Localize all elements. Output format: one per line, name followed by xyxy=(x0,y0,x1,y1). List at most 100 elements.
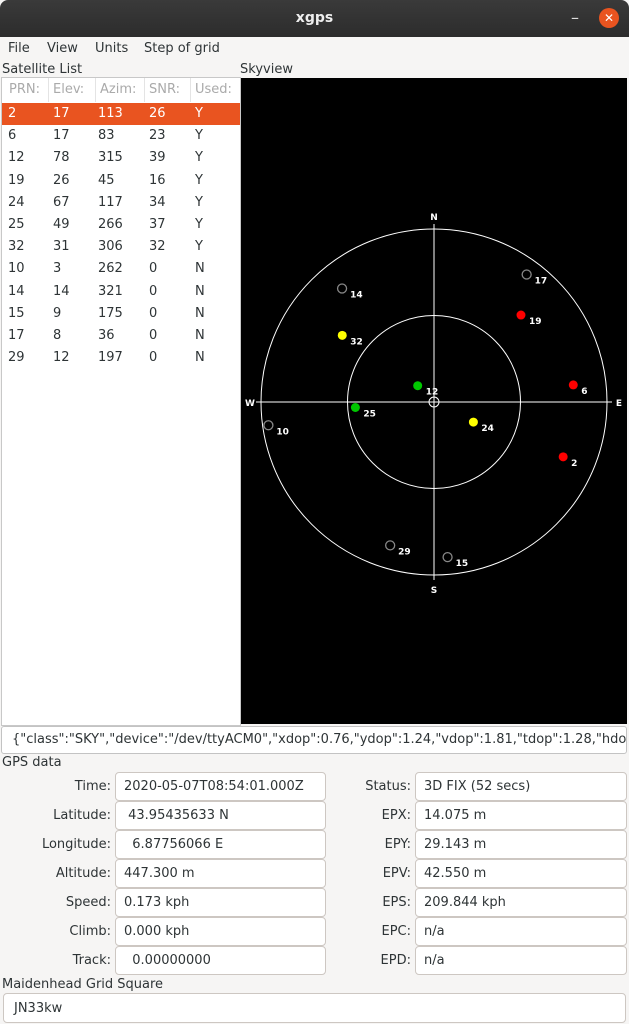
status-value: 3D FIX (52 secs) xyxy=(424,779,531,794)
col-header-elev[interactable]: Elev: xyxy=(53,82,84,97)
table-row[interactable]: 12 78 315 39 Y xyxy=(2,147,240,169)
satellite-label: 19 xyxy=(529,317,542,327)
table-row[interactable]: 2 17 113 26 Y xyxy=(2,103,240,125)
table-row[interactable]: 15 9 175 0 N xyxy=(2,303,240,325)
cell-azim: 315 xyxy=(98,150,123,166)
satellite-marker xyxy=(558,452,568,462)
table-row[interactable]: 6 17 83 23 Y xyxy=(2,125,240,147)
raw-json-text: {"class":"SKY","device":"/dev/ttyACM0","… xyxy=(12,732,627,747)
cell-elev: 3 xyxy=(53,261,62,277)
cell-snr: 23 xyxy=(149,128,166,144)
cell-prn: 15 xyxy=(8,305,25,321)
table-row[interactable]: 19 26 45 16 Y xyxy=(2,170,240,192)
table-row[interactable]: 10 3 262 0 N xyxy=(2,258,240,280)
table-row[interactable]: 32 31 306 32 Y xyxy=(2,236,240,258)
cell-prn: 24 xyxy=(8,194,25,210)
cell-prn: 14 xyxy=(8,283,25,299)
cell-azim: 321 xyxy=(98,283,123,299)
cell-snr: 26 xyxy=(149,106,166,121)
col-header-prn[interactable]: PRN: xyxy=(9,82,40,97)
menu-view[interactable]: View xyxy=(47,41,78,56)
cell-snr: 34 xyxy=(149,194,166,210)
cell-azim: 36 xyxy=(98,328,115,343)
col-header-azim[interactable]: Azim: xyxy=(100,82,136,97)
eps-value: 209.844 kph xyxy=(424,895,506,910)
satellite-label: 6 xyxy=(581,387,587,397)
satellite-marker xyxy=(568,380,578,390)
epx-field[interactable]: 14.075 m xyxy=(415,801,627,830)
cell-azim: 113 xyxy=(98,106,123,121)
cell-used: Y xyxy=(195,239,203,255)
epc-field[interactable]: n/a xyxy=(415,917,627,946)
satellite-marker xyxy=(521,269,532,280)
cell-elev: 49 xyxy=(53,217,70,232)
col-header-snr[interactable]: SNR: xyxy=(149,82,180,97)
skyview-canvas: N E S W 2 6 12 19 24 25 32 10 14 15 17 29 xyxy=(241,78,627,724)
satellite-label: 25 xyxy=(363,409,376,419)
satellite-label: 17 xyxy=(535,276,548,286)
cell-snr: 16 xyxy=(149,172,166,188)
window-title: xgps xyxy=(295,10,334,26)
epy-field[interactable]: 29.143 m xyxy=(415,830,627,859)
satellite-list[interactable]: PRN: Elev: Azim: SNR: Used: 2 17 113 26 Y 6 17… xyxy=(1,77,241,726)
epv-field[interactable]: 42.550 m xyxy=(415,859,627,888)
table-row[interactable]: 29 12 197 0 N xyxy=(2,347,240,369)
column-separator xyxy=(144,78,145,102)
epx-label: EPX: xyxy=(381,808,411,823)
satellite-label: 10 xyxy=(276,427,289,437)
cell-prn: 17 xyxy=(8,328,25,343)
eps-label: EPS: xyxy=(382,895,411,910)
cell-snr: 0 xyxy=(149,261,158,277)
epy-value: 29.143 m xyxy=(424,837,487,852)
raw-json-display[interactable]: {"class":"SKY","device":"/dev/ttyACM0","… xyxy=(1,726,627,754)
satellite-list-label: Satellite List xyxy=(2,62,83,77)
table-row[interactable]: 17 8 36 0 N xyxy=(2,325,240,347)
compass-east: E xyxy=(616,399,622,409)
minimize-icon[interactable]: – xyxy=(565,9,585,29)
compass-south: S xyxy=(431,586,437,596)
cell-used: Y xyxy=(195,194,203,210)
cell-azim: 175 xyxy=(98,305,123,321)
cell-snr: 37 xyxy=(149,217,166,232)
skyview-label: Skyview xyxy=(240,62,293,77)
table-row[interactable]: 14 14 321 0 N xyxy=(2,281,240,303)
cell-used: Y xyxy=(195,128,203,144)
skyview-plot: N E S W 2 6 12 19 24 25 32 10 14 15 17 29 xyxy=(245,213,622,596)
title-bar: xgps – ✕ xyxy=(0,0,629,37)
table-row[interactable]: 25 49 266 37 Y xyxy=(2,214,240,236)
satellite-label: 2 xyxy=(571,459,577,469)
compass-north: N xyxy=(430,213,438,223)
cell-azim: 45 xyxy=(98,172,115,188)
maidenhead-field[interactable]: JN33kw xyxy=(3,993,626,1023)
column-separator xyxy=(48,78,49,102)
menu-bar: File View Units Step of grid xyxy=(0,37,629,61)
close-icon[interactable]: ✕ xyxy=(599,8,619,28)
cell-elev: 26 xyxy=(53,172,70,188)
cell-azim: 83 xyxy=(98,128,115,144)
cell-used: Y xyxy=(195,106,203,121)
maidenhead-value: JN33kw xyxy=(14,1001,63,1016)
column-separator xyxy=(95,78,96,102)
menu-units[interactable]: Units xyxy=(95,41,128,56)
compass-west: W xyxy=(245,399,255,409)
cell-elev: 12 xyxy=(53,350,70,366)
eps-field[interactable]: 209.844 kph xyxy=(415,888,627,917)
epd-field[interactable]: n/a xyxy=(415,946,627,975)
cell-elev: 14 xyxy=(53,283,70,299)
cell-used: N xyxy=(195,261,205,277)
cell-elev: 67 xyxy=(53,194,70,210)
col-header-used[interactable]: Used: xyxy=(195,82,232,97)
cell-used: N xyxy=(195,305,205,321)
cell-snr: 39 xyxy=(149,150,166,166)
cell-snr: 0 xyxy=(149,328,158,343)
cell-elev: 17 xyxy=(53,128,70,144)
menu-step-of-grid[interactable]: Step of grid xyxy=(144,41,220,56)
menu-file[interactable]: File xyxy=(8,41,30,56)
status-field[interactable]: 3D FIX (52 secs) xyxy=(415,772,627,801)
satellite-label: 15 xyxy=(456,559,469,569)
cell-prn: 10 xyxy=(8,261,25,277)
satellite-marker xyxy=(413,381,423,391)
cell-elev: 9 xyxy=(53,305,62,321)
cell-used: Y xyxy=(195,172,203,188)
table-row[interactable]: 24 67 117 34 Y xyxy=(2,192,240,214)
